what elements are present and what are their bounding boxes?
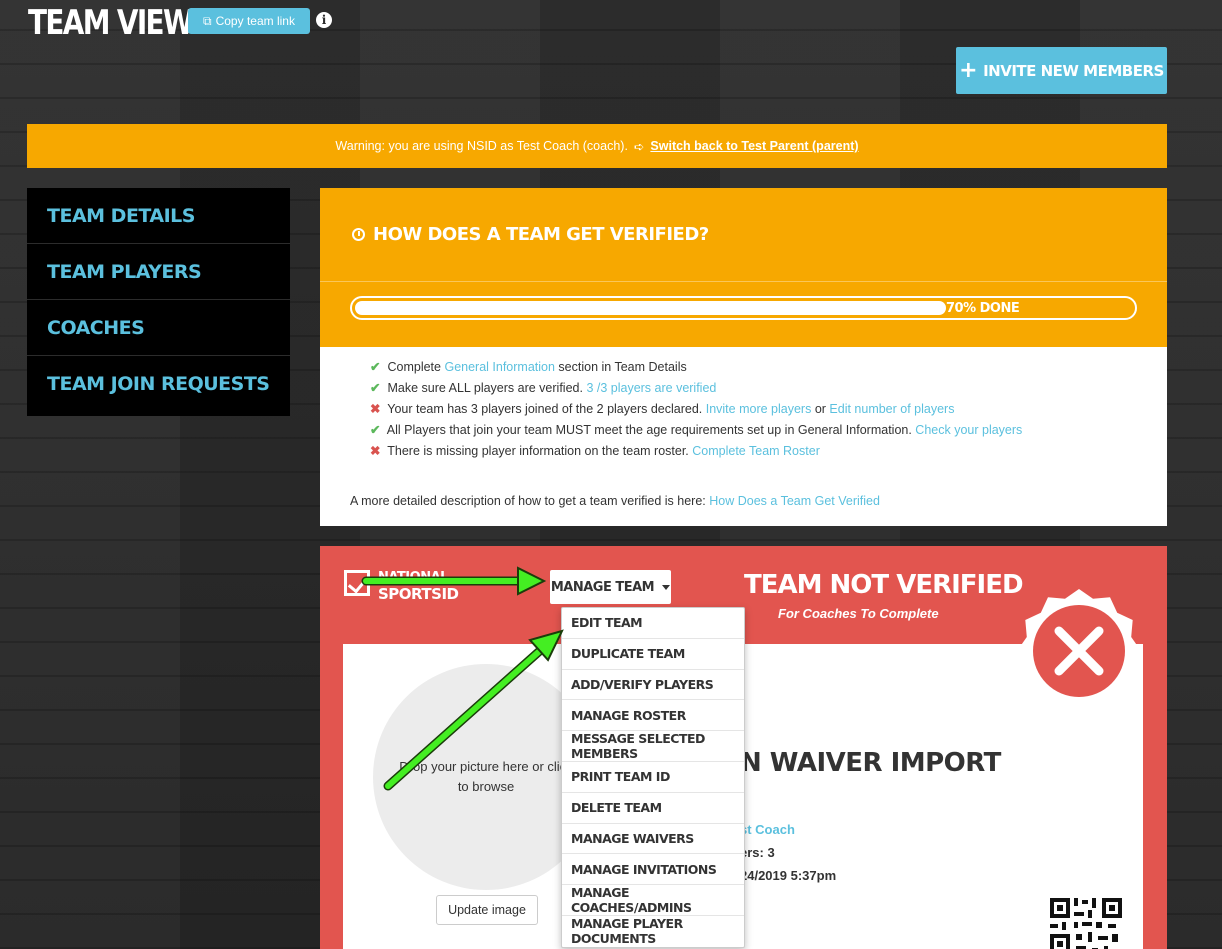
- checklist-item: ✔ Complete General Information section i…: [370, 357, 1167, 378]
- verification-checklist: ✔ Complete General Information section i…: [320, 347, 1167, 462]
- team-created-date: 24/2019 5:37pm: [740, 868, 837, 883]
- switch-icon: ➪: [633, 139, 645, 154]
- plus-icon: +: [959, 57, 978, 83]
- team-coach-link[interactable]: st Coach: [740, 822, 795, 837]
- not-verified-badge-icon: [1017, 589, 1141, 713]
- invite-new-members-button[interactable]: + INVITE NEW MEMBERS: [956, 47, 1167, 94]
- check-icon: ✔: [370, 360, 381, 374]
- checkbox-logo-icon: [344, 570, 370, 596]
- sidebar: TEAM DETAILS TEAM PLAYERS COACHES TEAM J…: [27, 188, 290, 416]
- menu-item-delete-team[interactable]: DELETE TEAM: [562, 793, 744, 824]
- manage-team-button[interactable]: MANAGE TEAM: [550, 570, 671, 604]
- checklist-item: ✖ There is missing player information on…: [370, 441, 1167, 462]
- sidebar-item-team-join-requests[interactable]: TEAM JOIN REQUESTS: [27, 356, 290, 412]
- verification-panel: HOW DOES A TEAM GET VERIFIED? 70% DONE ✔…: [320, 188, 1167, 526]
- national-sportsid-logo: NATIONAL SPORTSID: [344, 570, 459, 604]
- general-information-link[interactable]: General Information: [444, 360, 554, 374]
- menu-item-manage-coaches-admins[interactable]: MANAGE COACHES/ADMINS: [562, 885, 744, 916]
- team-status-title: TEAM NOT VERIFIED: [744, 570, 1024, 600]
- progress-fill: [355, 301, 946, 315]
- copy-team-link-label: Copy team link: [215, 14, 295, 28]
- sidebar-item-coaches[interactable]: COACHES: [27, 300, 290, 356]
- menu-item-add-verify-players[interactable]: ADD/VERIFY PLAYERS: [562, 670, 744, 701]
- verification-detail-note: A more detailed description of how to ge…: [350, 494, 880, 508]
- cross-icon: ✖: [370, 402, 381, 416]
- verification-title: HOW DOES A TEAM GET VERIFIED?: [373, 224, 709, 245]
- verification-header: HOW DOES A TEAM GET VERIFIED?: [320, 188, 1167, 281]
- menu-item-message-selected-members[interactable]: MESSAGE SELECTED MEMBERS: [562, 731, 744, 762]
- checklist-item: ✖ Your team has 3 players joined of the …: [370, 399, 1167, 420]
- progress-label: 70% DONE: [946, 301, 1020, 316]
- cross-icon: ✖: [370, 444, 381, 458]
- checklist-item: ✔ Make sure ALL players are verified. 3 …: [370, 378, 1167, 399]
- switch-back-link[interactable]: Switch back to Test Parent (parent): [650, 139, 858, 153]
- copy-team-link-button[interactable]: ⧉ Copy team link: [188, 8, 310, 34]
- menu-item-manage-player-documents[interactable]: MANAGE PLAYER DOCUMENTS: [562, 916, 744, 947]
- menu-item-manage-roster[interactable]: MANAGE ROSTER: [562, 700, 744, 732]
- copy-icon: ⧉: [203, 13, 212, 28]
- menu-item-manage-waivers[interactable]: MANAGE WAIVERS: [562, 824, 744, 855]
- sidebar-item-team-details[interactable]: TEAM DETAILS: [27, 188, 290, 244]
- complete-team-roster-link[interactable]: Complete Team Roster: [692, 444, 820, 458]
- how-team-verified-link[interactable]: How Does a Team Get Verified: [709, 494, 880, 508]
- qr-code-icon: [1048, 896, 1124, 949]
- checklist-item: ✔ All Players that join your team MUST m…: [370, 420, 1167, 441]
- manage-team-label: MANAGE TEAM: [550, 579, 655, 595]
- menu-item-print-team-id[interactable]: PRINT TEAM ID: [562, 762, 744, 793]
- caret-down-icon: [662, 584, 671, 590]
- info-icon[interactable]: i: [316, 12, 332, 28]
- photo-dropzone-text: Drop your picture here or click to brows…: [399, 759, 573, 794]
- invite-new-members-label: INVITE NEW MEMBERS: [983, 61, 1164, 80]
- check-icon: ✔: [370, 423, 381, 437]
- impersonation-warning: Warning: you are using NSID as Test Coac…: [27, 124, 1167, 168]
- clock-icon: [352, 228, 365, 241]
- invite-more-players-link[interactable]: Invite more players: [706, 402, 812, 416]
- players-verified-link[interactable]: 3 /3 players are verified: [586, 381, 716, 395]
- menu-item-edit-team[interactable]: EDIT TEAM: [562, 608, 744, 639]
- team-players-count: ers: 3: [740, 845, 775, 860]
- team-name-title: N WAIVER IMPORT: [740, 748, 1001, 778]
- team-status-subtitle: For Coaches To Complete: [778, 606, 939, 621]
- menu-item-manage-invitations[interactable]: MANAGE INVITATIONS: [562, 854, 744, 886]
- edit-number-of-players-link[interactable]: Edit number of players: [829, 402, 954, 416]
- page-title: TEAM VIEW: [28, 3, 194, 43]
- warning-text: Warning: you are using NSID as Test Coac…: [335, 139, 628, 153]
- menu-item-duplicate-team[interactable]: DUPLICATE TEAM: [562, 639, 744, 670]
- manage-team-dropdown: EDIT TEAM DUPLICATE TEAM ADD/VERIFY PLAY…: [561, 607, 745, 948]
- sidebar-item-team-players[interactable]: TEAM PLAYERS: [27, 244, 290, 300]
- update-image-button[interactable]: Update image: [436, 895, 538, 925]
- check-icon: ✔: [370, 381, 381, 395]
- verification-progress: 70% DONE: [320, 281, 1167, 347]
- progress-bar: 70% DONE: [350, 296, 1137, 320]
- check-your-players-link[interactable]: Check your players: [915, 423, 1022, 437]
